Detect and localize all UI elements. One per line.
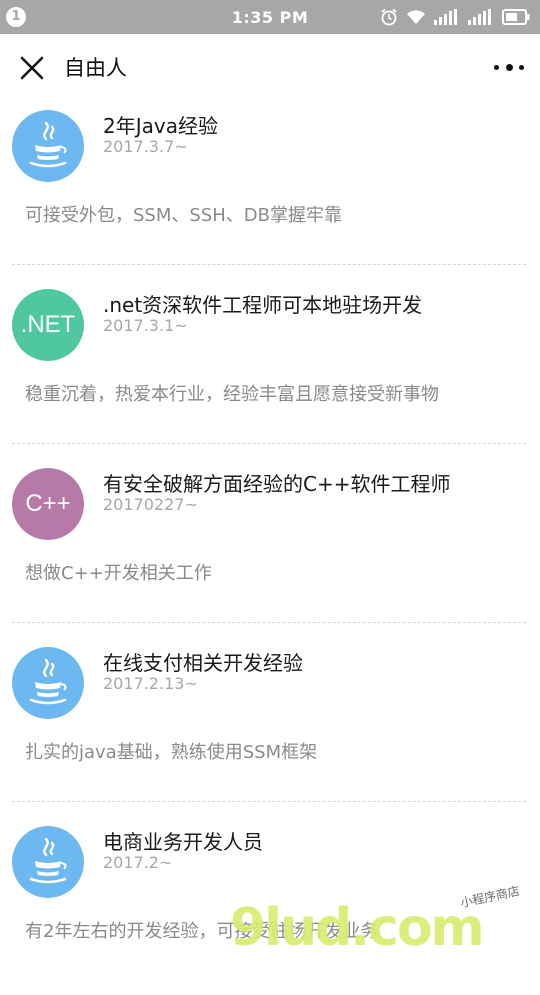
list-item[interactable]: 在线支付相关开发经验 2017.2.13~ 扎实的java基础，熟练使用SSM框… — [0, 637, 540, 816]
item-title: 2年Java经验 — [103, 114, 218, 138]
avatar: .NET — [12, 289, 84, 361]
divider — [12, 801, 526, 802]
divider — [12, 264, 526, 265]
java-coffee-icon — [29, 837, 67, 884]
more-dot-icon — [494, 64, 499, 70]
page-title: 自由人 — [64, 56, 127, 80]
item-title: 在线支付相关开发经验 — [103, 651, 303, 675]
close-button[interactable] — [18, 54, 46, 82]
list-item[interactable]: C++ 有安全破解方面经验的C++软件工程师 20170227~ 想做C++开发… — [0, 458, 540, 637]
close-icon — [20, 56, 44, 80]
nav-header: 自由人 — [0, 34, 540, 100]
divider — [12, 622, 526, 623]
item-title: 电商业务开发人员 — [103, 830, 263, 854]
signal-icon — [468, 9, 491, 25]
battery-icon — [502, 9, 530, 25]
item-date: 2017.3.1~ — [103, 316, 188, 335]
more-dot-icon — [505, 63, 513, 71]
item-description: 可接受外包，SSM、SSH、DB掌握牢靠 — [25, 205, 342, 226]
status-bar: 1 1:35 PM — [0, 0, 540, 34]
more-options-button[interactable] — [494, 60, 524, 74]
java-coffee-icon — [29, 658, 67, 705]
item-date: 20170227~ — [103, 495, 198, 514]
item-description: 扎实的java基础，熟练使用SSM框架 — [25, 742, 318, 763]
avatar-label: .NET — [20, 311, 76, 338]
status-time: 1:35 PM — [231, 7, 309, 27]
freelancer-list: 2年Java经验 2017.3.7~ 可接受外包，SSM、SSH、DB掌握牢靠 … — [0, 100, 540, 995]
item-description: 想做C++开发相关工作 — [25, 563, 212, 584]
item-title: 有安全破解方面经验的C++软件工程师 — [103, 472, 451, 496]
item-date: 2017.2.13~ — [103, 674, 198, 693]
status-icons — [380, 6, 530, 28]
wifi-icon — [407, 10, 425, 24]
notification-badge: 1 — [6, 7, 26, 27]
list-item[interactable]: 电商业务开发人员 2017.2~ 有2年左右的开发经验，可接受驻场开发业务 — [0, 816, 540, 995]
avatar — [12, 110, 84, 182]
item-description: 有2年左右的开发经验，可接受驻场开发业务 — [25, 921, 379, 942]
signal-icon — [434, 9, 457, 25]
avatar-label: C++ — [25, 490, 71, 517]
avatar — [12, 647, 84, 719]
item-description: 稳重沉着，热爱本行业，经验丰富且愿意接受新事物 — [25, 384, 439, 405]
item-date: 2017.2~ — [103, 853, 173, 872]
avatar: C++ — [12, 468, 84, 540]
avatar — [12, 826, 84, 898]
java-coffee-icon — [29, 121, 67, 168]
divider — [12, 443, 526, 444]
alarm-icon — [381, 8, 397, 26]
item-title: .net资深软件工程师可本地驻场开发 — [103, 293, 423, 317]
list-item[interactable]: .NET .net资深软件工程师可本地驻场开发 2017.3.1~ 稳重沉着，热… — [0, 279, 540, 458]
list-item[interactable]: 2年Java经验 2017.3.7~ 可接受外包，SSM、SSH、DB掌握牢靠 — [0, 100, 540, 279]
more-dot-icon — [519, 64, 524, 70]
item-date: 2017.3.7~ — [103, 137, 188, 156]
